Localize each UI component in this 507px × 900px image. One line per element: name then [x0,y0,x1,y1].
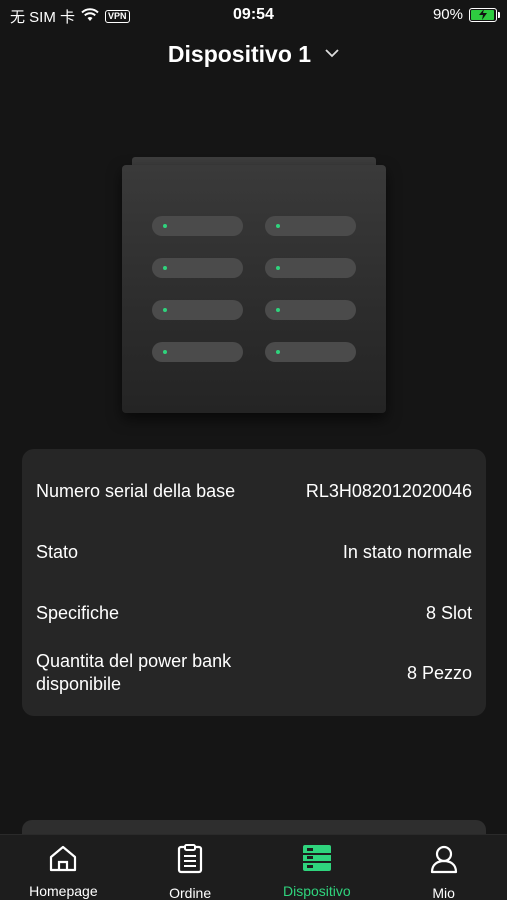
serial-value: RL3H082012020046 [305,480,472,501]
status-bar: 无 SIM 卡 VPN 09:54 90% [0,0,507,30]
tab-bar: Homepage Ordine Dispositivo Mio [0,834,507,900]
status-value: In stato normale [342,541,472,562]
tab-dispositivo[interactable]: Dispositivo [254,835,381,900]
tab-ordine[interactable]: Ordine [127,835,254,900]
battery-icon [469,7,500,22]
tab-label: Dispositivo [283,883,351,899]
serial-label: Numero serial della base [36,480,236,501]
battery-percent: 90% [432,6,463,23]
specs-value: 8 Slot [425,602,472,623]
tab-mio[interactable]: Mio [380,835,507,900]
device-image [122,157,386,413]
tab-homepage[interactable]: Homepage [0,835,127,900]
slot-indicator [265,258,356,278]
home-icon [48,844,78,877]
device-selector[interactable]: Dispositivo 1 [0,34,507,74]
chevron-down-icon [325,45,339,63]
available-label: Quantita del power bank disponibile [36,651,232,694]
device-info-card: Numero serial della base RL3H08201202004… [22,449,486,716]
tab-label: Ordine [169,885,212,900]
tab-label: Mio [432,885,455,900]
order-list-icon [176,844,204,879]
specs-row: Specifiche 8 Slot [36,600,472,626]
available-row: Quantita del power bank disponibile 8 Pe… [36,649,472,697]
user-icon [429,844,459,879]
clock: 09:54 [233,6,274,23]
available-value: 8 Pezzo [406,662,472,683]
slot-indicator [265,300,356,320]
specs-label: Specifiche [36,602,120,623]
serial-row: Numero serial della base RL3H08201202004… [36,467,472,515]
slot-indicator [152,342,243,362]
status-row: Stato In stato normale [36,539,472,565]
slot-indicator [265,342,356,362]
device-icon [302,844,332,877]
slot-indicator [265,216,356,236]
slot-indicator [152,300,243,320]
status-label: Stato [36,541,79,562]
slot-indicator [152,216,243,236]
slot-indicator [152,258,243,278]
page-title: Dispositivo 1 [167,40,312,67]
tab-label: Homepage [29,883,98,899]
